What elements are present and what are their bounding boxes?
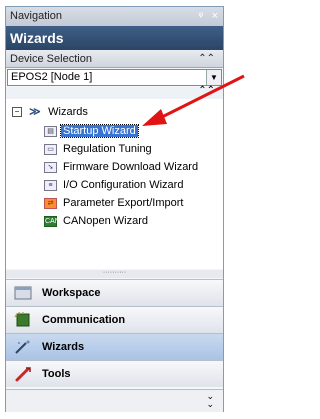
workspace-icon [14,286,32,300]
wizards-tree: − ≫ Wizards ▤ Startup Wizard ▭ Regulation … [6,99,223,269]
tree-root-wizards[interactable]: − ≫ Wizards [12,105,88,119]
regulation-tuning-icon: ▭ [44,143,57,155]
tree-item-io-configuration-wizard[interactable]: ≡ I/O Configuration Wizard [44,178,185,193]
wizards-header: Wizards [6,26,223,50]
tree-item-regulation-tuning[interactable]: ▭ Regulation Tuning [44,142,154,157]
tree-root-label: Wizards [48,106,88,118]
close-icon[interactable]: × [212,7,218,26]
navigation-panel: Navigation ᵠ × Wizards Device Selection … [5,6,224,412]
communication-button[interactable]: Communication [6,306,223,333]
device-selection-header[interactable]: Device Selection ⌃⌃ [6,50,223,68]
tools-button[interactable]: Tools [6,360,223,387]
tree-item-firmware-download-wizard[interactable]: ➘ Firmware Download Wizard [44,160,200,175]
tree-item-startup-wizard[interactable]: ▤ Startup Wizard [44,124,139,139]
io-configuration-icon: ≡ [44,179,57,191]
wizards-icon [15,340,30,354]
navigation-title: Navigation [10,10,62,22]
tools-label: Tools [42,368,71,380]
collapse-tree-icon[interactable]: − [12,107,22,118]
splitter-handle[interactable]: ·········· [6,269,223,278]
parameter-export-import-icon: ⇄ [44,197,57,209]
pin-icon[interactable]: ᵠ [199,7,203,26]
tools-icon [15,367,31,382]
device-selection-label: Device Selection [10,53,92,65]
startup-wizard-icon: ▤ [44,125,57,137]
collapse-icon[interactable]: ⌃⌃ [198,50,215,68]
workspace-button[interactable]: Workspace [6,279,223,306]
canopen-wizard-icon: CAN [44,215,60,227]
overflow-chevron-icon[interactable]: ⌄ ⌄ [206,392,214,409]
wizards-label: Wizards [42,341,85,353]
tree-item-canopen-wizard[interactable]: CAN CANopen Wizard [44,214,150,229]
more-buttons-bar: ⌄ ⌄ [6,389,223,412]
communication-icon [14,312,30,327]
workspace-label: Workspace [42,287,101,299]
collapse-icon[interactable]: ⌃⌃ [198,85,215,96]
navigation-title-bar: Navigation ᵠ × [6,7,223,26]
device-select-value: EPOS2 [Node 1] [11,71,93,83]
wizards-button[interactable]: Wizards [6,333,223,360]
chevron-down-icon[interactable]: ▼ [206,70,221,85]
tree-header-strip: ⌃⌃ [6,85,223,99]
device-select[interactable]: EPOS2 [Node 1] ▼ [7,69,222,86]
firmware-download-icon: ➘ [44,161,57,173]
tree-item-parameter-export-import[interactable]: ⇄ Parameter Export/Import [44,196,185,211]
communication-label: Communication [42,314,126,326]
wizard-wand-icon: ≫ [29,106,41,119]
